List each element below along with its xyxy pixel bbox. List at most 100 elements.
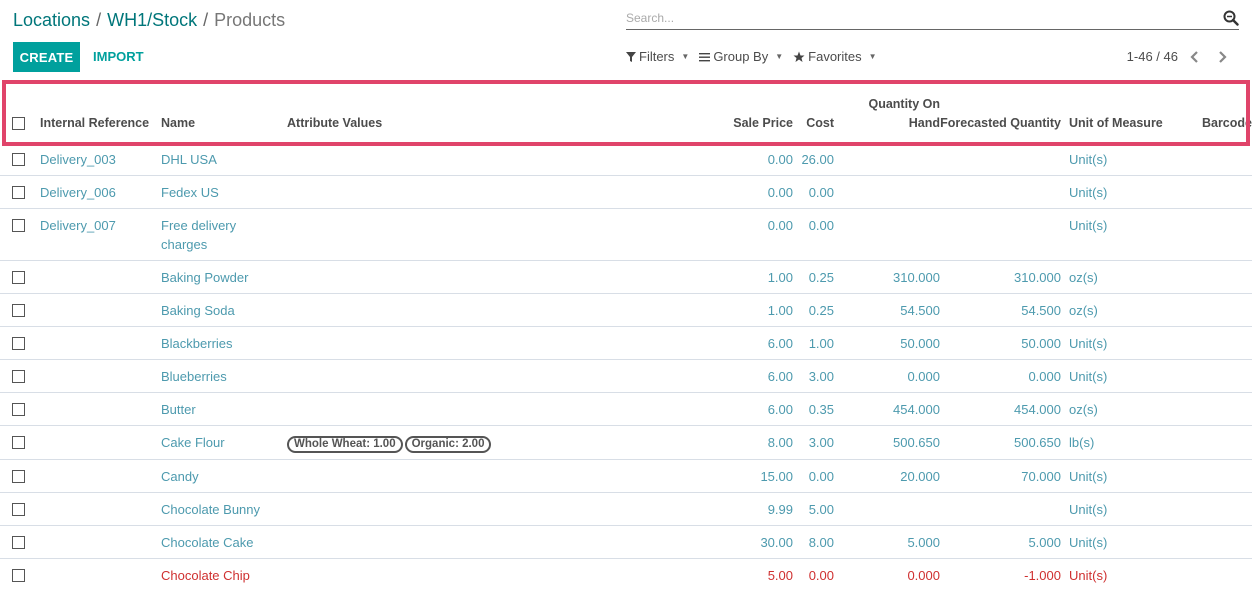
row-checkbox[interactable]	[12, 536, 25, 550]
name-cell: Blackberries	[161, 326, 287, 360]
name-cell: DHL USA	[161, 152, 217, 167]
caret-down-icon: ▼	[681, 52, 690, 61]
internal-reference-cell	[40, 459, 161, 493]
name-cell: Free delivery charges	[161, 208, 287, 261]
row-select-cell	[0, 208, 40, 261]
cost-cell: 5.00	[793, 492, 834, 526]
row-checkbox[interactable]	[12, 370, 25, 384]
column-cost[interactable]: Cost	[793, 85, 834, 143]
import-button[interactable]: IMPORT	[93, 42, 144, 72]
row-select-cell	[0, 558, 40, 589]
chevron-left-icon[interactable]	[1187, 48, 1203, 66]
select-all-checkbox[interactable]	[12, 116, 25, 130]
sale-price-cell: 30.00	[727, 525, 793, 559]
internal-reference-cell: Delivery_006	[40, 175, 161, 209]
barcode-cell	[1169, 175, 1252, 209]
internal-reference-cell	[40, 326, 161, 360]
quantity-on-hand-cell: 500.650	[834, 425, 940, 460]
table-row[interactable]: Baking Soda 1.00 0.25 54.500 54.500 oz(s)	[0, 293, 1252, 327]
filters-dropdown[interactable]: Filters ▼	[626, 49, 689, 64]
internal-reference-cell	[40, 260, 161, 294]
row-checkbox[interactable]	[12, 186, 25, 200]
row-checkbox[interactable]	[12, 403, 25, 417]
column-internal-reference[interactable]: Internal Reference	[40, 85, 161, 143]
quantity-on-hand-cell: 310.000	[834, 260, 940, 294]
unit-of-measure-cell: Unit(s)	[1061, 525, 1169, 559]
table-row[interactable]: Delivery_003 DHL USA 0.00 26.00 Unit(s)	[0, 143, 1252, 176]
search-icon[interactable]	[1223, 10, 1239, 26]
column-name[interactable]: Name	[161, 85, 287, 143]
barcode-cell	[1169, 558, 1252, 589]
table-row[interactable]: Butter 6.00 0.35 454.000 454.000 oz(s)	[0, 392, 1252, 426]
forecasted-quantity-cell: -1.000	[940, 558, 1061, 589]
table-row[interactable]: Candy 15.00 0.00 20.000 70.000 Unit(s)	[0, 459, 1252, 493]
table-row[interactable]: Cake Flour Whole Wheat: 1.00 Organic: 2.00…	[0, 425, 1252, 460]
barcode-cell	[1169, 492, 1252, 526]
row-checkbox[interactable]	[12, 153, 25, 167]
row-checkbox[interactable]	[12, 569, 25, 583]
name-cell: Chocolate Chip	[161, 558, 287, 589]
breadcrumb-wh1-stock[interactable]: WH1/Stock	[107, 10, 197, 30]
row-checkbox[interactable]	[12, 503, 25, 517]
forecasted-quantity-cell: 54.500	[940, 293, 1061, 327]
table-row[interactable]: Chocolate Chip 5.00 0.00 0.000 -1.000 Unit(s)	[0, 558, 1252, 589]
column-unit-of-measure[interactable]: Unit of Measure	[1061, 85, 1169, 143]
favorites-dropdown[interactable]: Favorites ▼	[793, 49, 877, 64]
unit-of-measure-cell: Unit(s)	[1069, 152, 1108, 167]
search-input[interactable]	[626, 8, 1216, 28]
row-select-cell	[0, 492, 40, 526]
column-forecasted-quantity[interactable]: Forecasted Quantity	[940, 85, 1061, 143]
table-row[interactable]: Blueberries 6.00 3.00 0.000 0.000 Unit(s)	[0, 359, 1252, 393]
barcode-cell	[1169, 459, 1252, 493]
sale-price-cell: 0.00	[727, 175, 793, 209]
quantity-on-hand-cell: 0.000	[834, 558, 940, 589]
quantity-on-hand-cell	[834, 208, 940, 261]
unit-of-measure-cell: Unit(s)	[1061, 359, 1169, 393]
row-checkbox[interactable]	[12, 470, 25, 484]
barcode-cell	[1169, 525, 1252, 559]
column-sale-price[interactable]: Sale Price	[727, 85, 793, 143]
table-row[interactable]: Blackberries 6.00 1.00 50.000 50.000 Unit(s)	[0, 326, 1252, 360]
cost-cell: 0.00	[793, 558, 834, 589]
column-attribute-values[interactable]: Attribute Values	[287, 85, 727, 143]
table-row[interactable]: Delivery_006 Fedex US 0.00 0.00 Unit(s)	[0, 175, 1252, 209]
column-quantity-on-hand[interactable]: Quantity On Hand	[834, 85, 940, 143]
barcode-cell	[1169, 392, 1252, 426]
attribute-values-cell	[287, 558, 727, 589]
cost-cell: 0.00	[793, 208, 834, 261]
table-row[interactable]: Baking Powder 1.00 0.25 310.000 310.000 oz(s)	[0, 260, 1252, 294]
row-checkbox[interactable]	[12, 304, 25, 318]
breadcrumb-locations[interactable]: Locations	[13, 10, 90, 30]
barcode-cell	[1169, 260, 1252, 294]
name-cell: Blueberries	[161, 359, 287, 393]
row-checkbox[interactable]	[12, 337, 25, 351]
create-button[interactable]: CREATE	[13, 42, 80, 72]
sale-price-cell: 6.00	[727, 359, 793, 393]
group-by-label: Group By	[713, 49, 769, 64]
pager-value[interactable]: 1-46 / 46	[1127, 49, 1178, 64]
favorites-label: Favorites	[808, 49, 862, 64]
row-checkbox[interactable]	[12, 271, 25, 285]
unit-of-measure-cell: lb(s)	[1061, 425, 1169, 460]
forecasted-quantity-cell	[940, 208, 1061, 261]
table-row[interactable]: Delivery_007 Free delivery charges 0.00 0.0…	[0, 208, 1252, 261]
barcode-cell	[1169, 208, 1252, 261]
chevron-right-icon[interactable]	[1214, 48, 1230, 66]
products-table: Internal Reference Name Attribute Values…	[0, 85, 1252, 589]
table-row[interactable]: Chocolate Cake 30.00 8.00 5.000 5.000 Unit(s)	[0, 525, 1252, 559]
table-row[interactable]: Chocolate Bunny 9.99 5.00 Unit(s)	[0, 492, 1252, 526]
column-barcode[interactable]: Barcode	[1169, 85, 1252, 143]
name-cell: Baking Soda	[161, 293, 287, 327]
forecasted-quantity-cell	[940, 175, 1061, 209]
unit-of-measure-cell: Unit(s)	[1061, 558, 1169, 589]
barcode-cell	[1169, 359, 1252, 393]
cost-cell: 26.00	[801, 152, 834, 167]
group-by-dropdown[interactable]: Group By ▼	[699, 49, 783, 64]
bars-icon	[699, 52, 711, 62]
sale-price-cell: 6.00	[727, 326, 793, 360]
row-checkbox[interactable]	[12, 436, 25, 450]
forecasted-quantity-cell: 454.000	[940, 392, 1061, 426]
internal-reference-cell	[40, 492, 161, 526]
unit-of-measure-cell: oz(s)	[1061, 260, 1169, 294]
row-checkbox[interactable]	[12, 219, 25, 233]
